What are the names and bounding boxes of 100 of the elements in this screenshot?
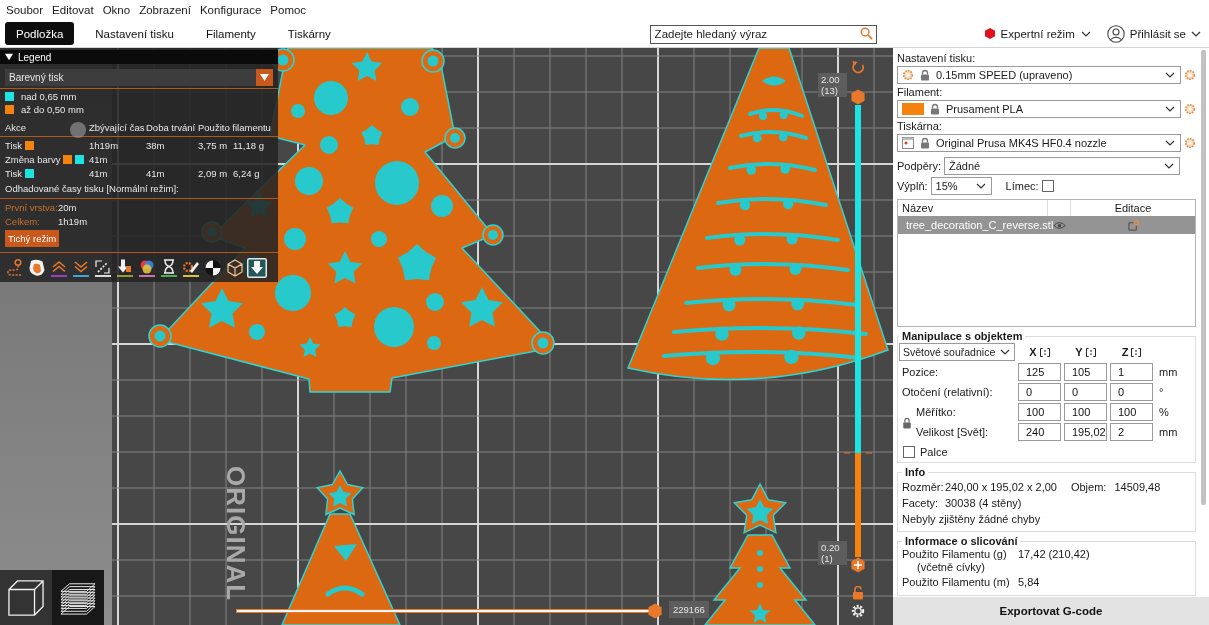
legend-label: nad 0,65 mm [21,91,77,102]
number-field[interactable]: 105 [1064,363,1107,381]
login-button[interactable]: Přihlásit se [1106,24,1201,43]
view-3d-button[interactable] [0,570,52,625]
color-circles-icon[interactable] [137,258,157,278]
checkbox[interactable] [1041,180,1054,192]
number-field[interactable]: 100 [1064,403,1107,421]
bracket-icon[interactable] [1085,347,1096,357]
layer-tooltip: 0.20 (1) [818,541,847,565]
unit-label: mm [1158,426,1179,438]
cube-outline-icon[interactable] [225,258,245,278]
filament-dropdown[interactable]: Prusament PLA [897,100,1181,118]
infill-dropdown[interactable]: 15% [930,177,992,195]
dashed-line-icon[interactable] [93,258,113,278]
circle-decoration [757,566,763,572]
tab[interactable]: Filamenty [194,22,267,45]
triangle-decoration [334,544,357,561]
number-field[interactable]: 0 [1110,383,1153,401]
legend-header[interactable]: Legend [0,50,278,64]
menu-item[interactable]: Konfigurace [199,4,262,16]
menu-item[interactable]: Okno [102,4,131,16]
circle-decoration [401,98,419,116]
slider-thumb[interactable] [850,89,866,105]
print-profile-dropdown[interactable]: 0.15mm SPEED (upraveno) [897,66,1181,84]
bracket-icon[interactable] [1039,347,1050,357]
number-field[interactable]: 2 [1110,423,1153,441]
info-value: 14509,48 [1114,481,1161,493]
cursor-dot-icon [70,122,86,138]
action-label: Změna barvy [5,153,61,165]
leaf-decoration [762,76,786,86]
move-tooltip: 229166 [669,601,709,618]
group-title: Info [904,466,927,478]
color-change-tick-icon [844,452,872,455]
scrollbar-thumb[interactable] [1201,50,1206,505]
mode-selector[interactable]: Expertní režim [984,27,1091,40]
circle-decoration [249,324,265,340]
layer-slider-track[interactable] [855,105,861,557]
slider-thumb[interactable] [850,557,866,573]
cube-icon [8,579,44,616]
export-gcode-button[interactable]: Exportovat G-code [893,597,1209,625]
chevrons-up-icon[interactable] [49,258,69,278]
pentagon-decoration [361,125,383,145]
checkbox[interactable] [903,446,915,458]
estimate-title: Odhadované časy tisku [Normální režim]: [4,182,180,196]
number-field[interactable]: 1 [1110,363,1153,381]
lock-icon[interactable] [902,417,912,429]
preview-button[interactable] [52,570,104,625]
search-icon[interactable] [859,27,873,40]
chevron-down-icon [975,183,986,189]
view-type-dropdown[interactable]: Barevný tisk [5,69,273,86]
slider-thumb[interactable] [647,603,663,619]
silent-mode-button[interactable]: Tichý režim [5,230,60,247]
tab[interactable]: Tiskárny [276,22,342,45]
tab[interactable]: Nastavení tisku [84,22,185,45]
estimate-value: 20m [58,201,77,213]
circle-decoration [275,275,311,311]
route-pin-icon[interactable] [5,258,25,278]
number-field[interactable]: 195,02 [1064,423,1107,441]
user-icon [1106,24,1125,43]
hanging-loop [482,224,504,246]
chevrons-down-icon[interactable] [71,258,91,278]
bracket-icon[interactable] [1131,347,1142,357]
menu-item[interactable]: Pomoc [270,4,307,16]
supports-dropdown[interactable]: Žádné [944,157,1180,175]
hourglass-icon[interactable] [159,258,179,278]
edit-icon[interactable] [1127,219,1139,231]
eye-icon[interactable] [1053,220,1066,230]
menu-item[interactable]: Soubor [6,4,44,16]
circular-arrow-icon[interactable] [851,60,865,74]
chevron-down-icon [1000,349,1010,355]
table-cell: 2,09 m [198,167,228,179]
circle-decoration [295,167,323,195]
window-icon [902,137,914,149]
tab[interactable]: Podložka [5,22,75,45]
printer-dropdown[interactable]: Original Prusa MK4S HF0.4 nozzle [897,134,1181,152]
number-field[interactable]: 240 [1018,423,1061,441]
number-field[interactable]: 0 [1018,383,1061,401]
search-field[interactable]: Zadejte hledaný výraz [649,24,877,44]
pentagon-decoration [334,307,356,327]
estimate-value: 1h19m [58,215,88,227]
number-field[interactable]: 0 [1064,383,1107,401]
field-label: Tiskárna: [897,120,943,133]
circle-decoration [427,336,441,350]
chevron-down-icon [1191,30,1201,37]
splash-icon[interactable] [27,258,47,278]
number-field[interactable]: 100 [1110,403,1153,421]
number-field[interactable]: 100 [1018,403,1061,421]
circle-decoration [375,161,419,205]
info-label: Facety: [902,497,940,509]
table-cell: 41m [89,167,108,179]
quartered-circle-icon[interactable] [203,258,223,278]
circle-decoration [431,195,453,217]
coordinate-system-dropdown[interactable]: Světové souřadnice [899,343,1015,361]
star-decoration [299,337,321,357]
arc-decoration [325,585,365,597]
number-field[interactable]: 125 [1018,363,1061,381]
menu-item[interactable]: Editovat [52,4,94,16]
menu-item[interactable]: Zobrazení [139,4,191,16]
arrow-down-icon[interactable] [115,258,135,278]
legend-label: až do 0,50 mm [21,104,84,115]
